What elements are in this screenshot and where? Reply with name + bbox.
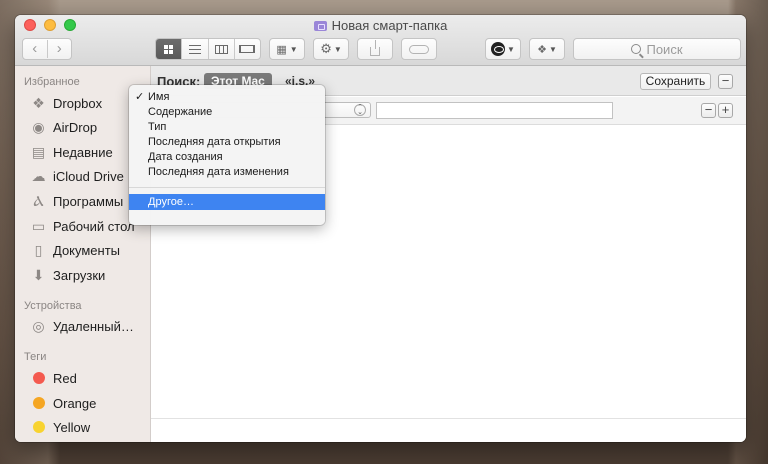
list-view-icon: [188, 44, 201, 54]
arrange-icon: ▦: [276, 43, 287, 56]
menu-separator: [129, 187, 325, 188]
cloud-icon: ☁: [31, 167, 46, 184]
red-tag-dot-icon: [33, 372, 45, 384]
menu-item-label: Дата создания: [148, 151, 223, 163]
gear-icon: ⚙: [320, 41, 332, 56]
menu-item-contents[interactable]: Содержание: [129, 105, 325, 120]
results-divider: [151, 418, 746, 419]
save-button[interactable]: Сохранить: [640, 73, 711, 90]
menu-item-label: Имя: [148, 91, 170, 103]
chevron-down-icon: ▼: [333, 44, 342, 54]
menu-item-other[interactable]: Другое…: [129, 194, 325, 210]
sidebar-header-tags: Теги: [24, 351, 47, 363]
sidebar-item-tag-yellow[interactable]: Yellow: [30, 416, 150, 438]
sidebar-item-label: Yellow: [53, 419, 91, 435]
window-title: Новая смарт-папка: [15, 18, 746, 33]
sidebar-item-tag-orange[interactable]: Orange: [30, 392, 150, 414]
sidebar-item-label: AirDrop: [53, 119, 98, 135]
action-button[interactable]: ⚙ ▼: [313, 38, 349, 60]
search-field[interactable]: Поиск: [573, 38, 741, 60]
applications-icon: Ⲁ: [33, 192, 44, 209]
sidebar-header-devices: Устройства: [24, 300, 82, 312]
popup-stepper-icon: ⌃ ⌄: [354, 104, 366, 116]
sidebar-item-label: Загрузки: [53, 267, 106, 283]
view-mode-segmented: [155, 38, 261, 60]
desktop-icon: ▭: [31, 217, 46, 234]
sidebar-item-label: Dropbox: [53, 95, 103, 111]
yellow-tag-dot-icon: [33, 421, 45, 433]
sidebar-item-label: Orange: [53, 395, 97, 411]
menu-item-last-opened[interactable]: Последняя дата открытия: [129, 135, 325, 150]
sidebar-header-favorites: Избранное: [24, 76, 80, 88]
sidebar-item-label: Документы: [53, 242, 121, 258]
tags-button[interactable]: [401, 38, 437, 60]
menu-item-label: Последняя дата открытия: [148, 136, 281, 148]
icon-view-button[interactable]: [156, 39, 182, 59]
dropbox-toolbar-button[interactable]: ❖ ▼: [529, 38, 565, 60]
sidebar-item-label: Red: [53, 370, 77, 386]
window-title-text: Новая смарт-папка: [331, 18, 448, 33]
search-placeholder: Поиск: [646, 41, 683, 57]
menu-item-created[interactable]: Дата создания: [129, 150, 325, 165]
remote-disc-icon: ◎: [32, 317, 45, 334]
titlebar: Новая смарт-папка ‹ › ▦ ▼ ⚙ ▼ ▼ ❖ ▼ Поиск: [15, 15, 746, 66]
add-criteria-button[interactable]: +: [718, 103, 733, 118]
sidebar-item-label: Рабочий стол: [53, 218, 135, 234]
remove-criteria-button[interactable]: −: [701, 103, 716, 118]
back-button[interactable]: ‹: [23, 40, 47, 58]
forward-button[interactable]: ›: [46, 40, 72, 58]
chevron-down-icon: ▼: [548, 44, 557, 54]
search-icon: [631, 44, 642, 54]
arrange-button[interactable]: ▦ ▼: [269, 38, 305, 60]
menu-item-label: Содержание: [148, 106, 213, 118]
chevron-down-icon: ▼: [289, 44, 298, 54]
coverflow-view-button[interactable]: [233, 39, 260, 59]
airdrop-icon: ◉: [32, 118, 45, 135]
sidebar-item-label: iCloud Drive: [53, 168, 124, 184]
menu-item-last-modified[interactable]: Последняя дата изменения: [129, 165, 325, 180]
sidebar-item-tag-red[interactable]: Red: [30, 367, 150, 389]
remove-search-button[interactable]: −: [718, 74, 733, 89]
sidebar-item-label: Удаленный…: [53, 318, 134, 334]
sidebar-item-documents[interactable]: ▯ Документы: [30, 239, 150, 261]
attribute-dropdown-menu: ✓ Имя Содержание Тип Последняя дата откры…: [129, 85, 325, 225]
menu-item-label: Тип: [148, 121, 167, 133]
dropbox-icon: ❖: [537, 43, 547, 56]
menu-item-name[interactable]: ✓ Имя: [129, 90, 325, 105]
menu-item-label: Последняя дата изменения: [148, 166, 289, 178]
icon-view-icon: [164, 44, 174, 54]
sidebar-item-label: Недавние: [53, 144, 113, 160]
column-view-button[interactable]: [207, 39, 234, 59]
orange-tag-dot-icon: [33, 397, 45, 409]
coverflow-view-icon: [239, 45, 256, 53]
sidebar-item-label: Программы: [53, 193, 124, 209]
sidebar-item-remote-disc[interactable]: ◎ Удаленный…: [30, 315, 150, 337]
criteria-value-input[interactable]: [376, 102, 613, 119]
tag-icon: [409, 44, 429, 54]
list-view-button[interactable]: [181, 39, 207, 59]
smart-folder-icon: [313, 21, 327, 31]
eye-icon: [491, 42, 506, 56]
checkmark-icon: ✓: [135, 91, 145, 103]
share-icon: [370, 39, 380, 56]
menu-item-kind[interactable]: Тип: [129, 120, 325, 135]
documents-icon: ▯: [34, 241, 43, 258]
dropbox-icon: ❖: [32, 94, 45, 111]
column-view-icon: [214, 44, 228, 54]
quicklook-button[interactable]: ▼: [485, 38, 521, 60]
finder-window: Новая смарт-папка ‹ › ▦ ▼ ⚙ ▼ ▼ ❖ ▼ Поиск И…: [15, 15, 746, 442]
share-button[interactable]: [357, 38, 393, 60]
navigation-group: ‹ ›: [22, 38, 72, 60]
downloads-icon: ⬇: [32, 266, 45, 283]
recents-icon: ▤: [31, 143, 46, 160]
sidebar-item-downloads[interactable]: ⬇ Загрузки: [30, 264, 150, 286]
chevron-down-icon: ▼: [507, 44, 515, 54]
